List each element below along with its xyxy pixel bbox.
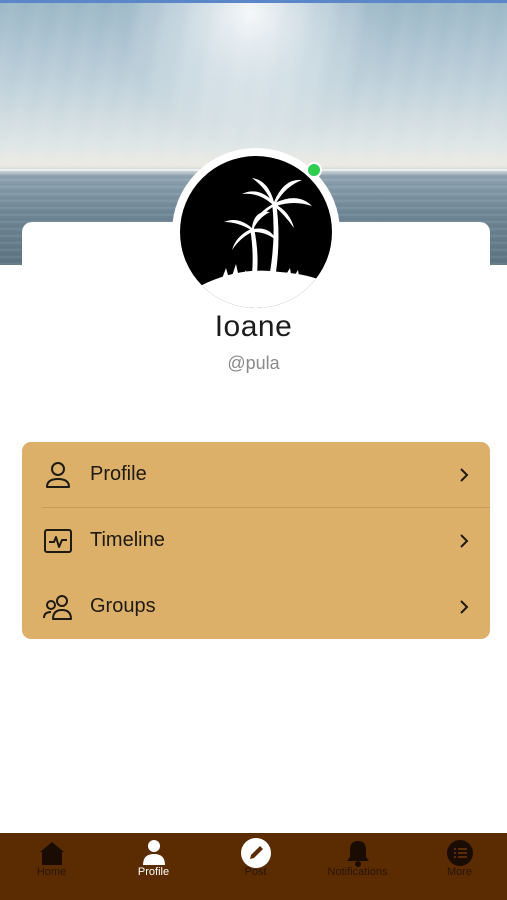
menu-item-timeline[interactable]: Timeline <box>22 508 490 574</box>
palm-tree-logo <box>180 156 332 308</box>
nav-label: Home <box>36 866 67 878</box>
nav-label: Post <box>244 866 267 878</box>
menu-item-label: Groups <box>90 595 156 617</box>
bottom-nav: Home Profile Post Notifications More <box>0 833 507 900</box>
nav-label: More <box>446 866 473 878</box>
home-icon <box>36 837 68 869</box>
nav-profile[interactable]: Profile <box>103 833 204 900</box>
users-icon <box>42 591 74 623</box>
menu-item-groups[interactable]: Groups <box>22 574 490 639</box>
nav-label: Notifications <box>327 866 388 878</box>
user-icon <box>138 837 170 869</box>
online-status-dot <box>306 162 322 178</box>
nav-post[interactable]: Post <box>205 833 306 900</box>
nav-notifications[interactable]: Notifications <box>307 833 408 900</box>
profile-name: Ioane <box>214 310 293 343</box>
nav-label: Profile <box>137 866 170 878</box>
menu-item-profile[interactable]: Profile <box>22 442 490 508</box>
user-icon <box>42 459 74 491</box>
nav-more[interactable]: More <box>409 833 507 900</box>
chevron-right-icon <box>458 466 470 484</box>
menu-item-label: Timeline <box>90 529 165 551</box>
profile-menu: Profile Timeline Groups <box>22 442 490 639</box>
bell-icon <box>342 837 374 869</box>
chevron-right-icon <box>458 532 470 550</box>
list-icon <box>444 837 476 869</box>
menu-item-label: Profile <box>90 463 147 485</box>
chevron-right-icon <box>458 598 470 616</box>
pencil-icon <box>240 837 272 869</box>
profile-handle: @pula <box>227 353 280 373</box>
activity-icon <box>42 525 74 557</box>
nav-home[interactable]: Home <box>1 833 102 900</box>
